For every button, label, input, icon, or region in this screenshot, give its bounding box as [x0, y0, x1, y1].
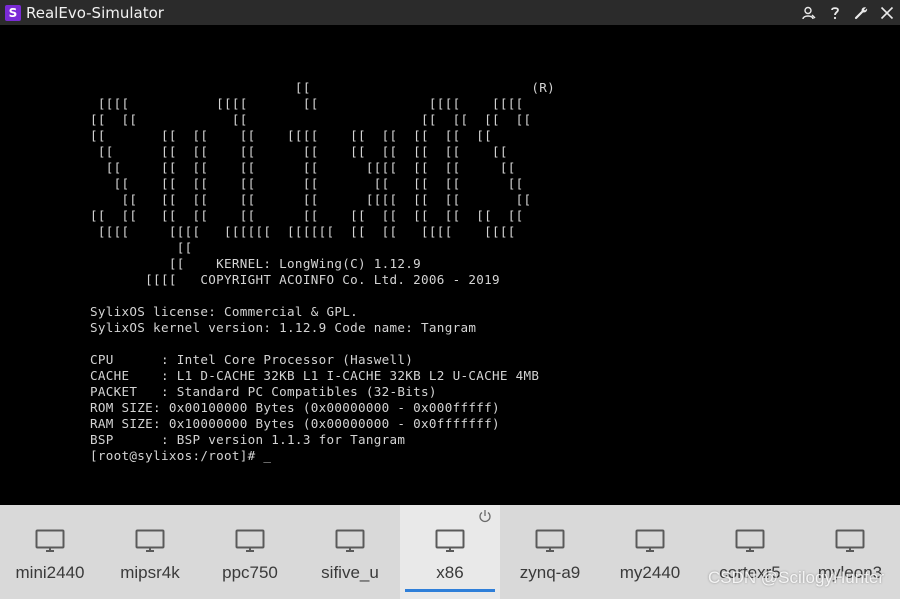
target-tab-x86[interactable]: x86: [400, 505, 500, 599]
monitor-icon: [735, 529, 765, 559]
window-title: RealEvo-Simulator: [26, 3, 164, 22]
terminal-output: [[ (R) [[[[ [[[[ [[ [[[[ [[[[ [[ [[ [[ […: [90, 80, 556, 463]
target-tab-my2440[interactable]: my2440: [600, 505, 700, 599]
app-logo-icon: S: [5, 4, 21, 21]
power-icon[interactable]: [478, 508, 492, 527]
monitor-icon: [835, 529, 865, 559]
title-bar: S RealEvo-Simulator: [0, 0, 900, 25]
help-icon: [831, 6, 839, 19]
target-tab-label: sifive_u: [321, 563, 379, 582]
wrench-icon: [854, 6, 868, 19]
target-tab-ppc750[interactable]: ppc750: [200, 505, 300, 599]
settings-button[interactable]: [848, 0, 874, 25]
help-button[interactable]: [822, 0, 848, 25]
target-tab-sifive_u[interactable]: sifive_u: [300, 505, 400, 599]
target-tab-mipsr4k[interactable]: mipsr4k: [100, 505, 200, 599]
target-tab-label: mini2440: [15, 563, 85, 582]
monitor-icon: [435, 529, 465, 559]
active-tab-indicator: [405, 589, 495, 592]
close-button[interactable]: [874, 0, 900, 25]
terminal-console[interactable]: [[ (R) [[[[ [[[[ [[ [[[[ [[[[ [[ [[ [[ […: [0, 25, 900, 505]
monitor-icon: [35, 529, 65, 559]
target-tab-label: x86: [436, 563, 464, 582]
watermark: CSDN @ScilogyHunter: [708, 568, 884, 587]
target-tab-label: ppc750: [222, 563, 278, 582]
monitor-icon: [535, 529, 565, 559]
user-icon: [802, 6, 816, 19]
target-tab-mini2440[interactable]: mini2440: [0, 505, 100, 599]
monitor-icon: [635, 529, 665, 559]
monitor-icon: [135, 529, 165, 559]
target-tab-label: my2440: [619, 563, 681, 582]
close-icon: [880, 6, 894, 19]
target-tab-label: mipsr4k: [120, 563, 180, 582]
title-bar-buttons: [796, 0, 900, 25]
target-tab-zynq-a9[interactable]: zynq-a9: [500, 505, 600, 599]
user-button[interactable]: [796, 0, 822, 25]
monitor-icon: [235, 529, 265, 559]
target-tab-label: zynq-a9: [519, 563, 581, 582]
monitor-icon: [335, 529, 365, 559]
